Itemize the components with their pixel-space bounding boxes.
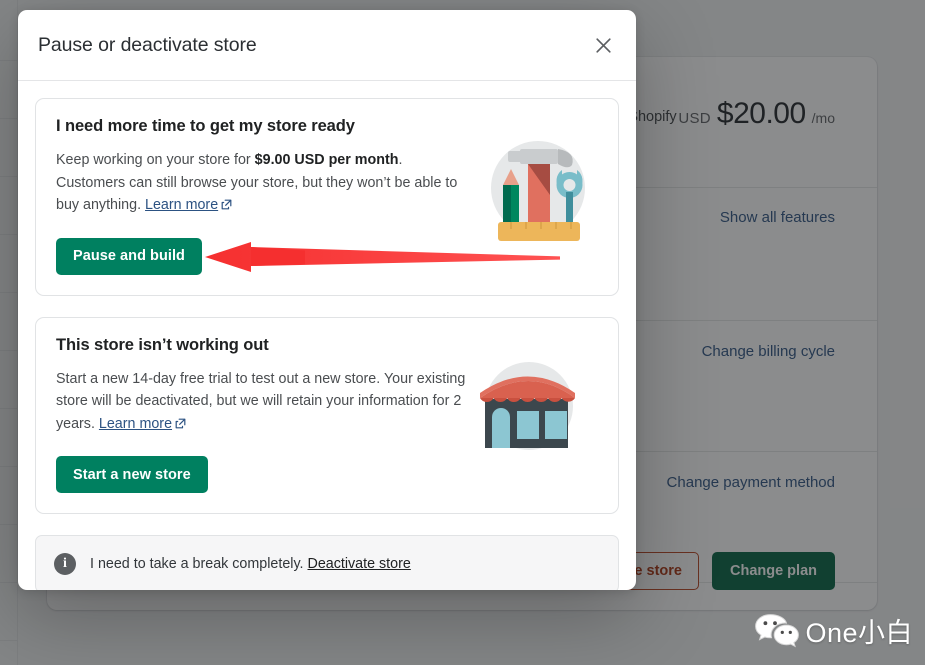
external-link-icon xyxy=(221,195,232,218)
pause-and-build-button[interactable]: Pause and build xyxy=(56,237,202,275)
modal-body: I need more time to get my store ready K… xyxy=(18,81,636,590)
learn-more-link[interactable]: Learn more xyxy=(99,416,172,432)
modal-title: Pause or deactivate store xyxy=(38,33,257,56)
option-card-start-new-store: This store isn’t working out Start a new… xyxy=(35,316,619,515)
desc-price-bold: $9.00 USD per month xyxy=(254,152,399,168)
deactivate-info-banner: i I need to take a break completely. Dea… xyxy=(35,535,619,590)
screen: d the Shopify USD $20.00 /mo Show all fe… xyxy=(0,0,925,665)
deactivate-store-link[interactable]: Deactivate store xyxy=(308,556,411,572)
desc-part-1: Keep working on your store for xyxy=(56,152,255,168)
close-icon[interactable] xyxy=(587,29,619,61)
storefront-illustration xyxy=(472,354,590,472)
external-link-icon xyxy=(175,414,186,437)
option-title: This store isn’t working out xyxy=(56,335,269,354)
option-card-pause-and-build: I need more time to get my store ready K… xyxy=(35,98,619,296)
option-description: Start a new 14-day free trial to test ou… xyxy=(56,368,471,437)
info-banner-message: I need to take a break completely. xyxy=(90,556,308,573)
watermark-text: One小白 xyxy=(805,618,913,648)
pause-or-deactivate-store-modal: Pause or deactivate store I need more ti… xyxy=(18,10,636,590)
info-icon: i xyxy=(54,553,76,576)
option-description: Keep working on your store for $9.00 USD… xyxy=(56,149,471,218)
wechat-watermark: One小白 xyxy=(754,612,913,655)
modal-header: Pause or deactivate store xyxy=(18,10,636,81)
start-a-new-store-button[interactable]: Start a new store xyxy=(56,456,208,494)
learn-more-link[interactable]: Learn more xyxy=(145,197,218,213)
info-banner-text: I need to take a break completely. Deact… xyxy=(90,556,411,572)
tools-illustration xyxy=(478,129,596,247)
wechat-icon xyxy=(754,612,800,655)
